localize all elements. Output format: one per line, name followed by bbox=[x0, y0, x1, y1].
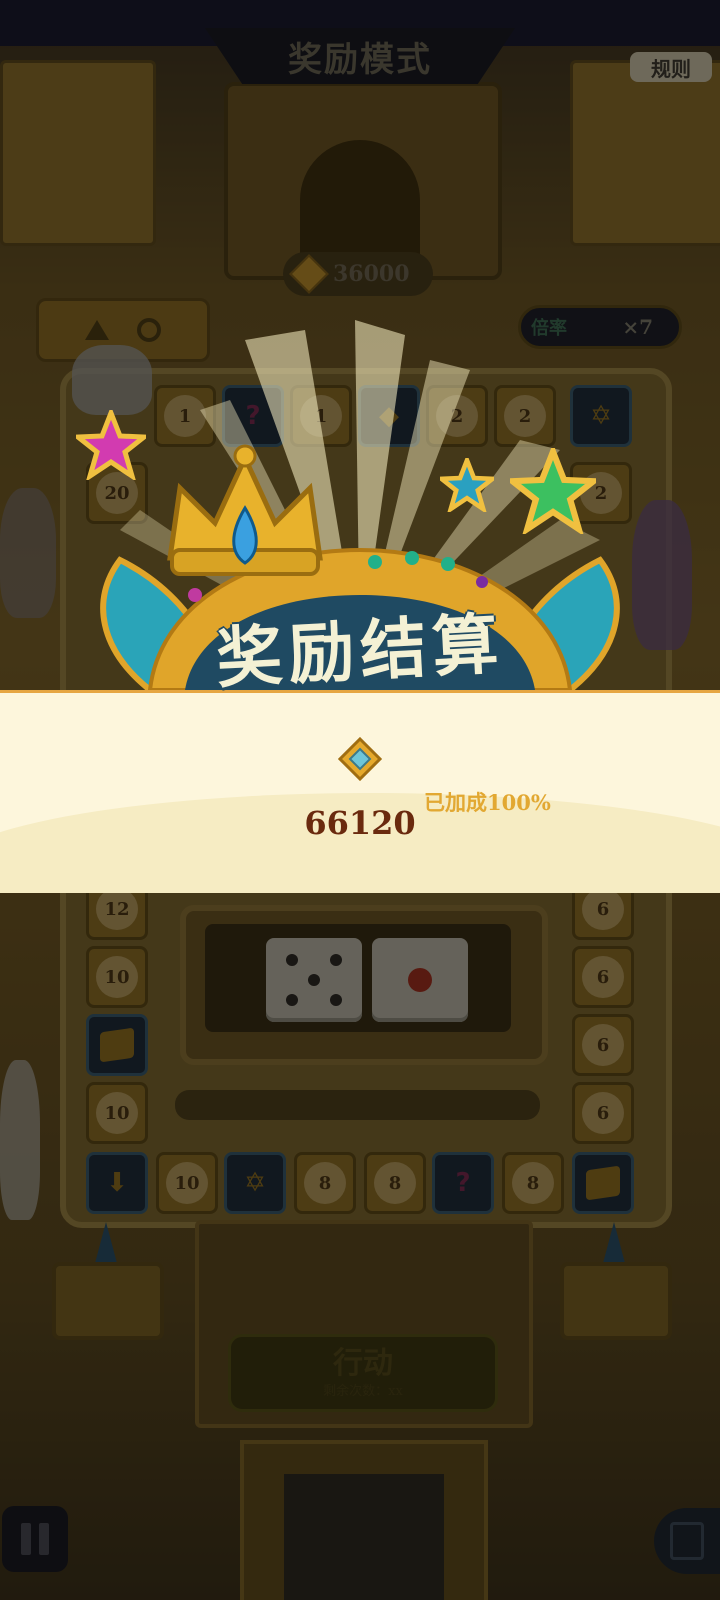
tile-number: 10 bbox=[166, 1162, 208, 1204]
diamond-coin-icon bbox=[289, 254, 329, 294]
dice-shadow bbox=[175, 1090, 540, 1120]
board-tile bbox=[572, 1152, 634, 1214]
reward-amount: 66120 bbox=[304, 804, 416, 842]
coin-count: 36000 bbox=[333, 261, 410, 287]
board-tile: 6 bbox=[572, 946, 634, 1008]
action-button[interactable]: 行动 剩余次数：xx bbox=[228, 1334, 498, 1412]
temple-door bbox=[300, 140, 420, 270]
pause-icon bbox=[21, 1523, 31, 1555]
board-tile: ? bbox=[432, 1152, 494, 1214]
board-tile: 10 bbox=[86, 946, 148, 1008]
action-button-sub: 剩余次数：xx bbox=[323, 1383, 403, 1399]
star-icon bbox=[76, 410, 146, 480]
left-pedestal bbox=[52, 1262, 164, 1340]
star-icon bbox=[510, 448, 596, 534]
diamond-coin-icon bbox=[338, 737, 382, 781]
tile-number: 8 bbox=[304, 1162, 346, 1204]
arrow-down-icon: ⬇ bbox=[106, 1168, 128, 1198]
star-icon bbox=[440, 458, 494, 512]
action-button-label: 行动 bbox=[333, 1345, 393, 1381]
rules-button[interactable]: 规则 bbox=[630, 52, 712, 82]
tile-number: 12 bbox=[96, 888, 138, 930]
tile-number: 8 bbox=[512, 1162, 554, 1204]
board-tile: ✡ bbox=[224, 1152, 286, 1214]
game-scene: 奖励模式 规则 36000 倍率 ×7 1 ? 1 ◆ 2 2 ✡ 20 2 1… bbox=[0, 0, 720, 1600]
coin-counter: 36000 bbox=[283, 252, 433, 296]
right-pillar bbox=[570, 60, 720, 246]
board-tile: 6 bbox=[572, 1082, 634, 1144]
crown-icon bbox=[167, 444, 323, 576]
page-title-plate: 奖励模式 bbox=[205, 28, 515, 84]
board-tile: 6 bbox=[572, 1014, 634, 1076]
tile-number: 6 bbox=[582, 888, 624, 930]
tile-number: 10 bbox=[96, 956, 138, 998]
card-button[interactable] bbox=[654, 1508, 720, 1574]
board-tile bbox=[86, 1014, 148, 1076]
tile-number: 6 bbox=[582, 1092, 624, 1134]
die-five bbox=[266, 938, 362, 1022]
board-tile: ⬇ bbox=[86, 1152, 148, 1214]
tile-number: 8 bbox=[374, 1162, 416, 1204]
right-pedestal bbox=[560, 1262, 672, 1340]
die-one bbox=[372, 938, 468, 1022]
bottom-gate bbox=[240, 1440, 488, 1600]
page-title: 奖励模式 bbox=[288, 39, 432, 80]
board-tile: 8 bbox=[364, 1152, 426, 1214]
board-tile: 8 bbox=[294, 1152, 356, 1214]
bonus-label: 已加成100% bbox=[424, 790, 551, 815]
tile-number: 6 bbox=[582, 1024, 624, 1066]
reward-title: 奖励结算 bbox=[214, 604, 507, 698]
star-of-david-icon: ✡ bbox=[244, 1168, 266, 1198]
tile-number: 6 bbox=[582, 956, 624, 998]
board-tile: 10 bbox=[86, 1082, 148, 1144]
reward-banner bbox=[0, 690, 720, 893]
board-tile: 10 bbox=[156, 1152, 218, 1214]
dice-icon bbox=[100, 1027, 134, 1063]
card-icon bbox=[670, 1522, 704, 1560]
question-icon: ? bbox=[455, 1168, 471, 1198]
board-tile: 8 bbox=[502, 1152, 564, 1214]
left-pillar bbox=[0, 60, 156, 246]
pause-button[interactable] bbox=[2, 1506, 68, 1572]
tile-number: 10 bbox=[96, 1092, 138, 1134]
dice-icon bbox=[586, 1165, 620, 1201]
character-left-bottom bbox=[0, 1060, 40, 1220]
